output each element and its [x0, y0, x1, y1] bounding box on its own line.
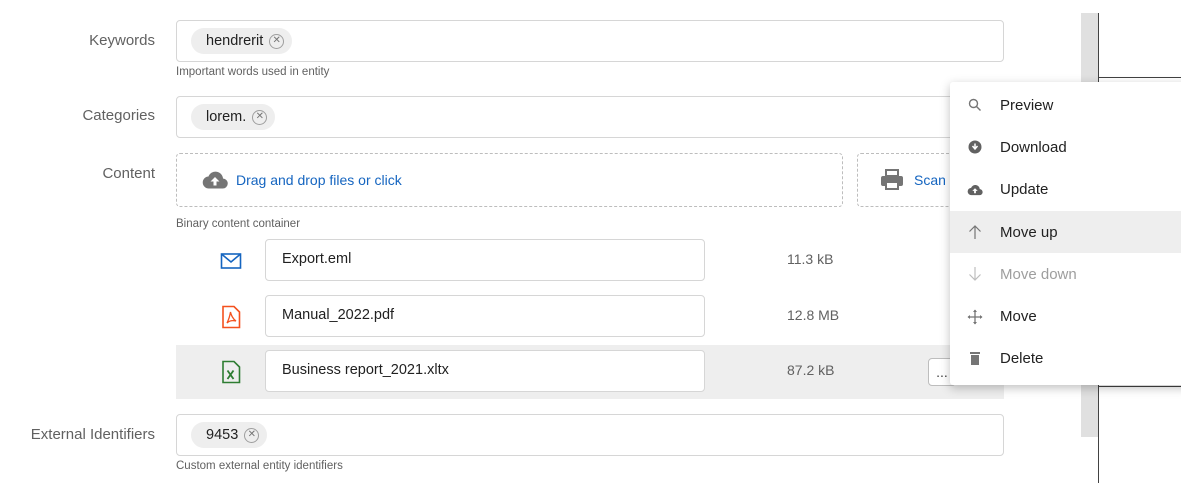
file-context-menu: Preview Download Update Move up Move dow…	[950, 82, 1181, 385]
printer-icon	[881, 169, 903, 190]
chip-remove-icon[interactable]: ✕	[252, 109, 268, 125]
categories-field[interactable]: lorem. ✕	[176, 96, 1004, 138]
excel-icon	[222, 360, 241, 384]
menu-item-label: Delete	[1000, 350, 1044, 368]
external-id-chip: 9453 ✕	[191, 422, 268, 448]
chip-remove-icon[interactable]: ✕	[244, 427, 260, 443]
menu-item-move[interactable]: Move	[950, 295, 1181, 337]
keyword-chip: hendrerit ✕	[191, 28, 293, 54]
category-chip-text: lorem.	[206, 109, 247, 125]
keywords-label: Keywords	[89, 32, 155, 49]
file-size: 11.3 kB	[787, 251, 834, 267]
arrow-up-icon	[950, 224, 1000, 240]
chip-remove-icon[interactable]: ✕	[269, 33, 285, 49]
file-row: Manual_2022.pdf 12.8 MB	[176, 290, 1004, 344]
content-hint: Binary content container	[176, 218, 301, 230]
keywords-hint: Important words used in entity	[176, 66, 330, 78]
email-icon	[220, 253, 242, 269]
menu-item-label: Move down	[1000, 265, 1077, 283]
file-row-selected: Business report_2021.xltx 87.2 kB ...	[176, 345, 1004, 399]
file-name-input[interactable]: Business report_2021.xltx	[265, 350, 705, 392]
move-icon	[950, 309, 1000, 325]
content-label: Content	[102, 165, 155, 182]
pdf-icon	[222, 305, 241, 329]
scan-button-label: Scan	[914, 172, 946, 188]
menu-item-label: Move up	[1000, 223, 1058, 241]
arrow-down-icon	[950, 266, 1000, 282]
menu-item-move-up[interactable]: Move up	[950, 210, 1181, 254]
external-identifiers-hint: Custom external entity identifiers	[176, 460, 343, 472]
file-dropzone[interactable]: Drag and drop files or click	[176, 153, 843, 207]
file-name-input[interactable]: Export.eml	[265, 239, 705, 281]
file-size: 12.8 MB	[787, 307, 840, 323]
menu-item-move-down: Move down	[950, 253, 1181, 295]
menu-item-label: Update	[1000, 181, 1049, 199]
categories-label: Categories	[82, 107, 155, 124]
file-row: Export.eml 11.3 kB	[176, 234, 1004, 288]
file-name-input[interactable]: Manual_2022.pdf	[265, 295, 705, 337]
cloud-upload-icon	[202, 171, 228, 189]
menu-item-update[interactable]: Update	[950, 169, 1181, 211]
menu-item-download[interactable]: Download	[950, 126, 1181, 168]
menu-item-delete[interactable]: Delete	[950, 338, 1181, 380]
file-size: 87.2 kB	[787, 362, 835, 378]
download-icon	[950, 140, 1000, 154]
menu-item-label: Preview	[1000, 96, 1054, 114]
menu-item-label: Move	[1000, 308, 1037, 326]
cloud-upload-icon	[950, 184, 1000, 196]
dropzone-text: Drag and drop files or click	[236, 172, 402, 188]
external-identifiers-field[interactable]: 9453 ✕	[176, 414, 1004, 456]
keyword-chip-text: hendrerit	[206, 33, 264, 49]
search-icon	[950, 98, 1000, 112]
menu-item-preview[interactable]: Preview	[950, 84, 1181, 126]
trash-icon	[950, 352, 1000, 366]
category-chip: lorem. ✕	[191, 104, 276, 130]
external-identifiers-label: External Identifiers	[30, 426, 155, 443]
keywords-field[interactable]: hendrerit ✕	[176, 20, 1004, 62]
menu-item-label: Download	[1000, 138, 1067, 156]
external-id-chip-text: 9453	[206, 427, 239, 443]
